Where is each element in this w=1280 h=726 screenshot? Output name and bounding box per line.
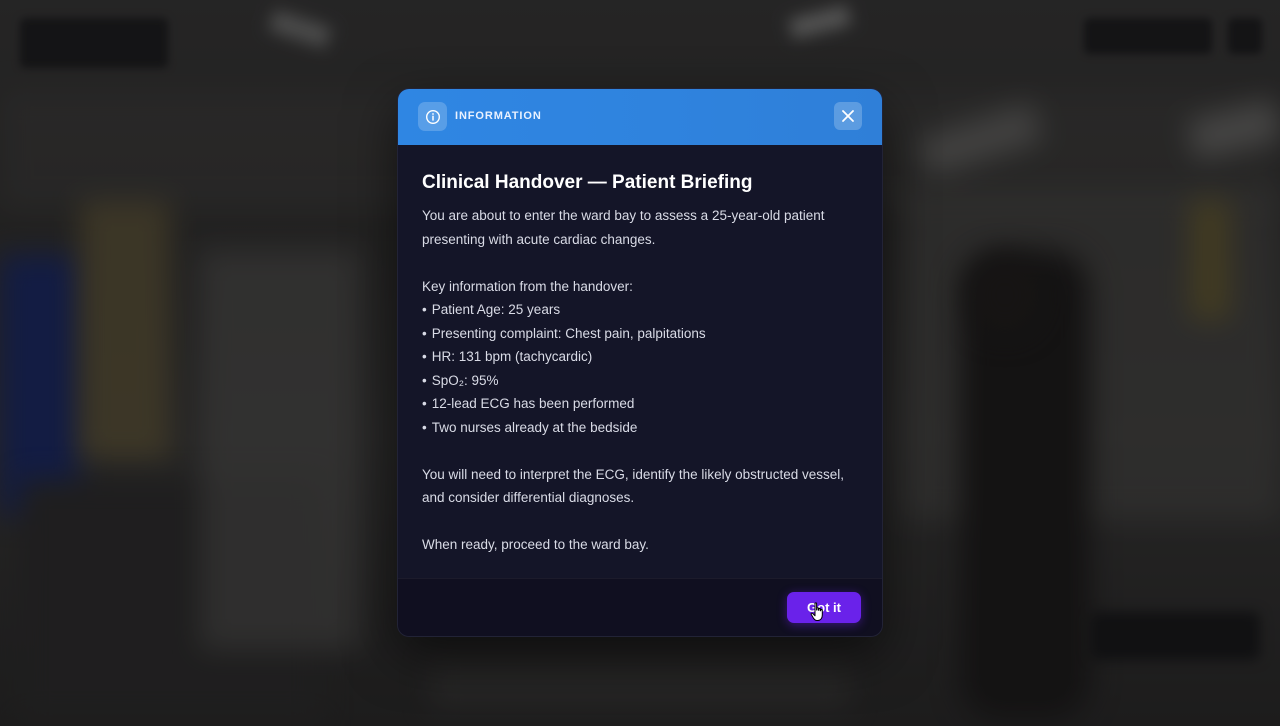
list-item: • 12-lead ECG has been performed [422,396,635,411]
modal-body: Clinical Handover — Patient Briefing You… [398,145,882,581]
list-item: • Patient Age: 25 years [422,302,561,317]
info-icon [418,102,447,131]
header-label: INFORMATION [455,110,542,122]
list-item: • Two nurses already at the bedside [422,419,638,435]
modal-title: Clinical Handover — Patient Briefing [422,172,753,193]
information-modal: INFORMATION Clinical Handover — Patient … [397,88,883,637]
key-info-heading: Key information from the handover: [422,278,633,294]
list-item: • Presenting complaint: Chest pain, palpi… [422,325,706,341]
handover-list: • Patient Age: 25 years • Presenting compl… [422,298,858,439]
instructions-text: You will need to interpret the ECG, iden… [422,466,844,506]
list-item: • SpO₂: 95% [422,372,499,388]
hand-pointer-icon [810,602,823,621]
close-icon [842,110,854,122]
closing-text: When ready, proceed to the ward bay. [422,537,649,552]
intro-text: You are about to enter the ward bay to a… [422,208,825,247]
list-item: • HR: 131 bpm (tachycardic) [422,349,593,364]
modal-header: INFORMATION [398,89,882,145]
close-button[interactable] [834,102,862,130]
